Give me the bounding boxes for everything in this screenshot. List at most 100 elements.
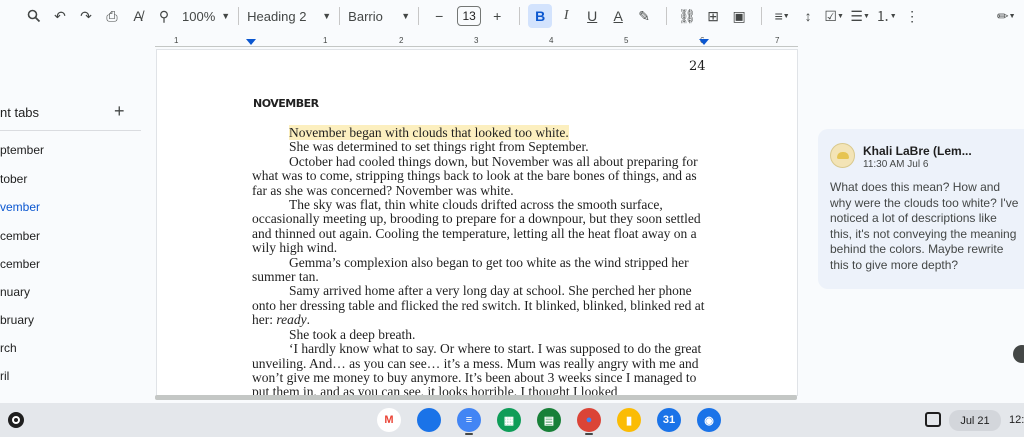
link-icon[interactable]: ⛓ (675, 4, 699, 28)
horizontal-scrollbar[interactable] (155, 395, 797, 400)
chapter-heading[interactable]: NOVEMBER (253, 97, 319, 110)
image-icon[interactable]: ▣ (727, 4, 751, 28)
tab-october[interactable]: tober (0, 172, 27, 186)
highlighted-sentence[interactable]: November began with clouds that looked t… (289, 125, 569, 140)
paragraph[interactable]: She took a deep breath. (252, 327, 707, 342)
comment-timestamp: 11:30 AM Jul 6 (863, 159, 929, 170)
running-indicator (585, 433, 593, 435)
comment-card[interactable]: Khali LaBre (Lem... 11:30 AM Jul 6 What … (818, 129, 1024, 289)
clock[interactable]: 12: (1009, 414, 1024, 426)
italic-word: ready (276, 312, 307, 328)
toolbar-divider (519, 7, 521, 25)
paragraph[interactable]: She was determined to set things right f… (252, 139, 707, 154)
zoom-value: 100% (182, 8, 216, 24)
highlight-icon[interactable]: ✎ (632, 4, 656, 28)
toolbar-divider (761, 7, 763, 25)
paragraph[interactable]: Gemma’s complexion also began to get too… (252, 255, 707, 285)
bold-icon[interactable]: B (528, 4, 553, 28)
ruler-number: 5 (624, 36, 629, 45)
numbered-list-icon[interactable]: ⒈ ▼ (874, 4, 898, 28)
camera-icon[interactable]: ◉ (697, 408, 721, 432)
tab-march[interactable]: rch (0, 341, 17, 355)
document-page[interactable]: 24 NOVEMBER November began with clouds t… (157, 50, 797, 395)
toolbar-divider (666, 7, 668, 25)
ruler[interactable]: 1 1 2 3 4 5 6 7 (155, 36, 798, 50)
left-indent-marker[interactable] (246, 39, 256, 45)
date-pill[interactable]: Jul 21 (949, 410, 1001, 431)
tab-december-2[interactable]: cember (0, 257, 40, 271)
toolbar-divider (238, 7, 240, 25)
undo-icon[interactable]: ↶ (48, 4, 72, 28)
paragraph[interactable]: ‘I hardly know what to say. Or where to … (252, 341, 707, 395)
paragraph-end: . (306, 312, 310, 328)
chrome-icon[interactable]: ● (577, 408, 601, 432)
spellcheck-icon[interactable]: A̸ (126, 4, 150, 28)
edit-mode-icon[interactable]: ✏ ▼ (994, 4, 1018, 28)
tab-january[interactable]: nuary (0, 285, 30, 299)
gmail-icon[interactable]: M (377, 408, 401, 432)
tab-december[interactable]: cember (0, 229, 40, 243)
screen-capture-icon[interactable] (925, 412, 941, 427)
tab-november[interactable]: vember (0, 200, 40, 214)
sheets-icon[interactable]: ▦ (497, 408, 521, 432)
document-tabs-title: nt tabs (0, 105, 40, 120)
style-dropdown[interactable]: Heading 2 ▼ (247, 9, 331, 24)
tab-february[interactable]: bruary (0, 313, 34, 327)
launcher-icon[interactable] (8, 412, 24, 428)
comment-icon[interactable]: ⊞ (701, 4, 725, 28)
page-number: 24 (689, 59, 706, 74)
calendar-icon[interactable]: 31 (657, 408, 681, 432)
tab-april[interactable]: ril (0, 369, 9, 383)
decrease-font-size-icon[interactable]: − (427, 4, 451, 28)
toolbar: ↶ ↷ ⎙ A̸ ⚲ 100% ▼ Heading 2 ▼ Barrio ▼ −… (0, 0, 1024, 32)
search-icon[interactable] (22, 4, 46, 28)
ruler-number: 1 (174, 36, 179, 45)
toolbar-divider (339, 7, 341, 25)
tabs-divider (0, 130, 141, 131)
comment-author: Khali LaBre (Lem... (863, 144, 972, 158)
comment-text: What does this mean? How and why were th… (830, 180, 1019, 272)
docs-icon[interactable]: ≡ (457, 408, 481, 432)
chevron-down-icon: ▼ (322, 11, 332, 21)
chevron-down-icon: ▼ (221, 11, 231, 21)
right-indent-marker[interactable] (699, 39, 709, 45)
tab-september[interactable]: ptember (0, 143, 44, 157)
increase-font-size-icon[interactable]: + (485, 4, 509, 28)
bulleted-list-icon[interactable]: ☰ ▼ (848, 4, 872, 28)
paragraph[interactable]: October had cooled things down, but Nove… (252, 154, 707, 198)
text-color-icon[interactable]: A (606, 4, 630, 28)
font-size-input[interactable]: 13 (457, 6, 482, 26)
keep-icon[interactable]: ▮ (617, 408, 641, 432)
paragraph-text: Samy arrived home after a very long day … (252, 283, 705, 328)
font-value: Barrio (348, 8, 383, 24)
align-icon[interactable]: ≡ ▼ (770, 4, 794, 28)
add-tab-icon[interactable]: + (114, 101, 125, 122)
chevron-down-icon: ▼ (401, 11, 411, 21)
ruler-number: 3 (474, 36, 479, 45)
ruler-line (155, 46, 798, 47)
paragraph[interactable]: The sky was flat, thin white clouds drif… (252, 197, 707, 256)
underline-icon[interactable]: U (580, 4, 604, 28)
ruler-number: 4 (549, 36, 554, 45)
more-icon[interactable]: ⋮ (900, 4, 924, 28)
italic-icon[interactable]: I (554, 4, 578, 28)
taskbar: M ≡ ▦ ▤ ● ▮ 31 ◉ Jul 21 12: (0, 403, 1024, 437)
zoom-dropdown[interactable]: 100% ▼ (182, 9, 230, 24)
paragraph[interactable]: Samy arrived home after a very long day … (252, 284, 707, 327)
side-panel-icon[interactable] (1013, 345, 1024, 363)
ruler-number: 2 (399, 36, 404, 45)
avatar (830, 143, 855, 168)
checklist-icon[interactable]: ☑ ▼ (822, 4, 846, 28)
font-dropdown[interactable]: Barrio ▼ (348, 9, 410, 24)
paint-format-icon[interactable]: ⚲ (152, 4, 176, 28)
redo-icon[interactable]: ↷ (74, 4, 98, 28)
ruler-number: 1 (323, 36, 328, 45)
line-spacing-icon[interactable]: ↕ (796, 4, 820, 28)
document-body[interactable]: November began with clouds that looked t… (252, 125, 707, 395)
toolbar-divider (418, 7, 420, 25)
running-indicator (465, 433, 473, 435)
print-icon[interactable]: ⎙ (100, 4, 124, 28)
sheets2-icon[interactable]: ▤ (537, 408, 561, 432)
style-value: Heading 2 (247, 8, 307, 24)
files-icon[interactable] (417, 408, 441, 432)
